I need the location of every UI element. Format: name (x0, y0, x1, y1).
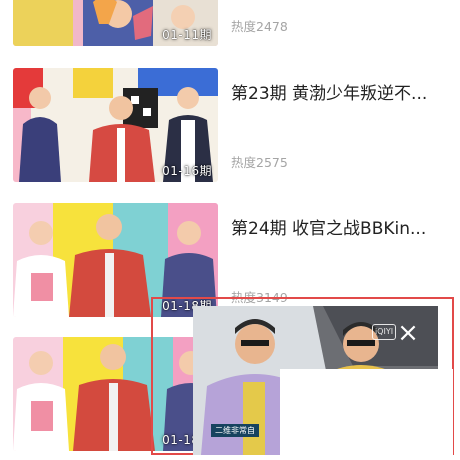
episode-title[interactable]: 第23期 黄渤少年叛逆不... (231, 83, 446, 105)
episode-thumbnail[interactable]: 01-11期 (13, 0, 218, 46)
mini-player-placeholder (280, 369, 453, 455)
episode-title[interactable]: 第24期 收官之战BBKin... (231, 218, 446, 240)
episode-thumbnail[interactable]: 01-16期 (13, 68, 218, 182)
episode-item[interactable]: 01-11期 热度2478 (0, 0, 460, 50)
iqiyi-logo: iQIYI (372, 324, 396, 340)
close-icon[interactable]: × (396, 320, 420, 346)
episode-date: 01-16期 (162, 164, 212, 178)
episode-date: 01-11期 (162, 28, 212, 42)
episode-item[interactable]: 01-16期 第23期 黄渤少年叛逆不... 热度2575 (0, 68, 460, 186)
episode-heat: 热度2478 (231, 19, 288, 34)
episode-heat: 热度2575 (231, 155, 288, 170)
mini-player-caption: 二维非常自 (211, 424, 259, 437)
